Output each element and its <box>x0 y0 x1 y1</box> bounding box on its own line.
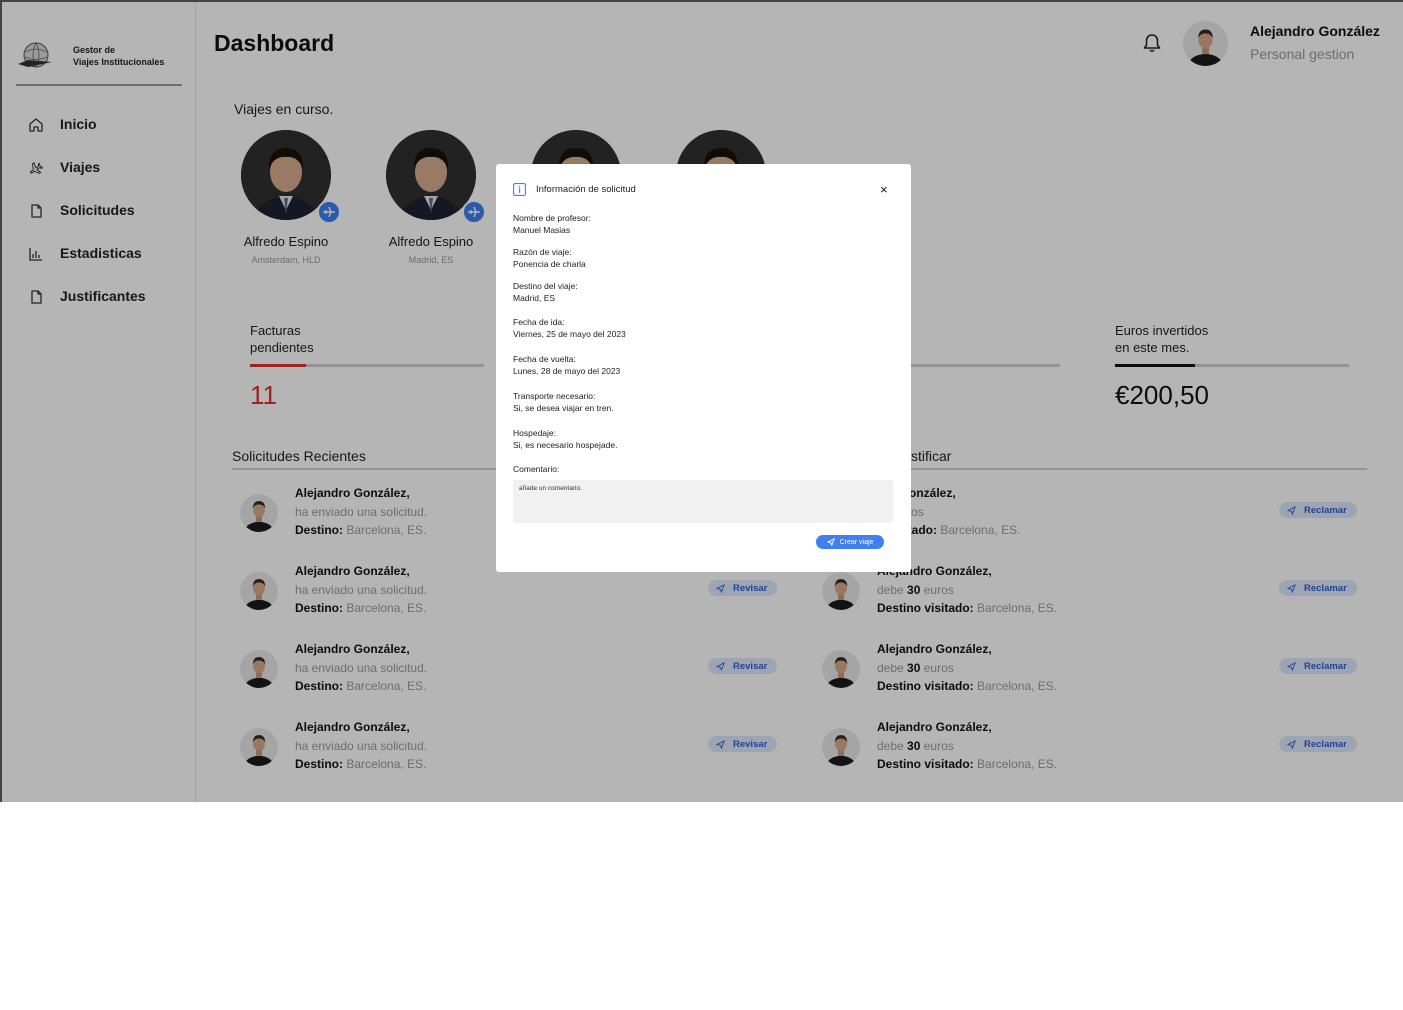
comment-placeholder: añade un comentario. <box>519 485 582 492</box>
field-label: Hospedaje: <box>513 428 557 438</box>
field-label: Fecha de vuelta: <box>513 354 576 364</box>
create-trip-label: Crear viaje <box>839 538 874 546</box>
app-window: Gestor de Viajes Institucionales Inicio … <box>0 0 1403 802</box>
field-reason: Razón de viaje: Ponencia de charla <box>513 246 586 270</box>
field-destination: Destino del viaje: Madrid, ES <box>513 280 578 304</box>
field-value: Si, es necesario hospejade. <box>513 440 618 450</box>
field-label: Fecha de ida: <box>513 317 565 327</box>
field-value: Madrid, ES <box>513 293 556 303</box>
field-departure-date: Fecha de ida: Viernes, 25 de mayo del 202… <box>513 316 626 340</box>
field-label: Transporte necesario: <box>513 391 596 401</box>
dialog-title: Información de solicitud <box>536 184 636 195</box>
field-value: Si, se desea viajar en tren. <box>513 403 614 413</box>
field-return-date: Fecha de vuelta: Lunes, 28 de mayo del 20… <box>513 353 620 377</box>
window-border <box>0 0 1403 2</box>
field-transport: Transporte necesario: Si, se desea viajar… <box>513 390 614 414</box>
info-icon <box>513 183 526 196</box>
create-trip-button[interactable]: Crear viaje <box>816 535 884 549</box>
comment-label: Comentario: <box>513 464 560 474</box>
field-value: Viernes, 25 de mayo del 2023 <box>513 329 626 339</box>
comment-textarea[interactable]: añade un comentario. <box>513 480 893 523</box>
field-value: Lunes, 28 de mayo del 2023 <box>513 366 621 376</box>
request-info-dialog: Información de solicitud × Nombre de pro… <box>496 164 911 572</box>
send-icon <box>826 538 835 546</box>
field-label: Nombre de profesor: <box>513 213 591 223</box>
field-label: Razón de viaje: <box>513 247 572 257</box>
field-value: Ponencia de charla <box>513 259 586 269</box>
field-label: Destino del viaje: <box>513 281 578 291</box>
field-value: Manuel Masias <box>513 225 571 235</box>
window-border <box>0 0 2 802</box>
close-icon[interactable]: × <box>880 182 888 197</box>
field-lodging: Hospedaje: Si, es necesario hospejade. <box>513 427 617 451</box>
field-professor: Nombre de profesor: Manuel Masias <box>513 212 591 236</box>
